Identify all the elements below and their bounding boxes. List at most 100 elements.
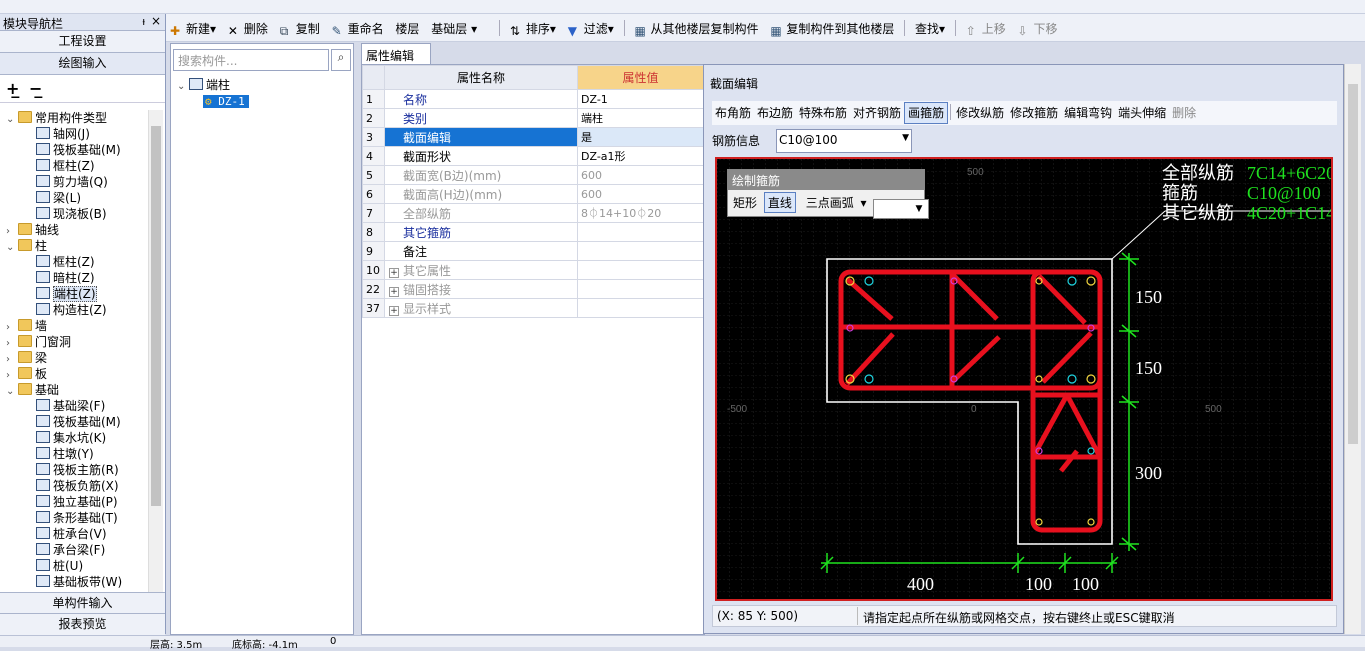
tree-node-dz1[interactable]: ⚙ DZ-1 [177,93,249,109]
new-button[interactable]: ✚ 新建▾ [166,20,220,38]
copy-button[interactable]: ⧉ 复制 [276,20,324,38]
tree-item[interactable]: 梁(L) [0,190,148,206]
property-row[interactable]: 7 全部纵筋 8⏀14+10⏀20 [362,203,704,223]
property-value[interactable]: 8⏀14+10⏀20 [577,203,704,223]
property-row[interactable]: 22 + 锚固搭接 [362,279,704,299]
tree-item[interactable]: › 梁 [0,350,148,366]
delete-button[interactable]: 删除 [1169,103,1199,125]
property-row[interactable]: 9 备注 [362,241,704,261]
find-button[interactable]: 查找▾ [911,20,949,37]
tree-item[interactable]: 独立基础(P) [0,494,148,510]
tree-item[interactable]: 现浇板(B) [0,206,148,222]
tree-item[interactable]: 承台梁(F) [0,542,148,558]
rename-button[interactable]: ✎ 重命名 [328,20,388,38]
tree-item[interactable]: ⌄ 基础 [0,382,148,398]
property-row[interactable]: 3 截面编辑是 [362,127,704,147]
section-canvas[interactable]: 500 -500 0 500 150 150 300 400 100 100 全… [715,157,1333,601]
copy-to-floor-button[interactable]: ▦ 复制构件到其他楼层 [766,20,898,38]
nav-button-report[interactable]: 报表预览 [0,614,165,636]
line-mode-button[interactable]: 直线 [763,192,796,213]
nav-button-settings[interactable]: 工程设置 [0,31,165,53]
property-value[interactable] [577,260,704,280]
tree-item[interactable]: 构造柱(Z) [0,302,148,318]
property-value[interactable]: DZ-1 [577,89,704,109]
property-row[interactable]: 8 其它箍筋 [362,222,704,242]
expand-icon[interactable]: + [389,286,399,297]
property-value[interactable]: DZ-a1形 [577,146,704,166]
place-corner-bars-button[interactable]: 布角筋 [712,103,754,125]
property-row[interactable]: 2 类别 端柱 [362,108,704,128]
floor-select[interactable]: 基础层 ▾ [427,20,493,37]
tree-item[interactable]: 筏板负筋(X) [0,478,148,494]
nav-button-single[interactable]: 单构件输入 [0,592,165,614]
tree-item[interactable]: › 门窗洞 [0,334,148,350]
expand-icon[interactable]: + [389,305,399,316]
tree-item[interactable]: 条形基础(T) [0,510,148,526]
tree-scrollbar[interactable] [148,110,163,600]
property-row[interactable]: 37 + 显示样式 [362,298,704,318]
nav-button-drawing[interactable]: 绘图输入 [0,53,165,75]
tree-item[interactable]: 桩承台(V) [0,526,148,542]
property-value[interactable]: 600 [577,165,704,185]
sort-button[interactable]: ⇅ 排序▾ [506,20,560,38]
special-bars-button[interactable]: 特殊布筋 [796,103,850,125]
tree-item[interactable]: 基础板带(W) [0,574,148,590]
move-down-button[interactable]: ⇩ 下移 [1014,20,1062,38]
property-value[interactable] [577,241,704,261]
tree-item[interactable]: 集水坑(K) [0,430,148,446]
modify-stirrups-button[interactable]: 修改箍筋 [1007,103,1061,125]
property-value[interactable] [577,279,704,299]
tree-node-root[interactable]: ⌄ 端柱 [177,77,249,93]
property-row[interactable]: 4 截面形状 DZ-a1形 [362,146,704,166]
tree-item[interactable]: 柱墩(Y) [0,446,148,462]
property-row[interactable]: 10 + 其它属性 [362,260,704,280]
property-value[interactable]: 600 [577,184,704,204]
tree-item[interactable]: 桩(U) [0,558,148,574]
tree-item[interactable]: 框柱(Z) [0,158,148,174]
tree-item[interactable]: › 轴线 [0,222,148,238]
pin-icon[interactable]: ᵼ [143,15,145,28]
section-drawing[interactable]: 500 -500 0 500 150 150 300 400 100 100 全… [717,159,1331,599]
tree-item[interactable]: 筏板基础(M) [0,142,148,158]
rebar-info-select[interactable]: C10@100 ▼ [776,129,912,153]
tree-item[interactable]: 暗柱(Z) [0,270,148,286]
vertical-scrollbar[interactable] [1344,64,1361,634]
property-value[interactable]: 端柱 [577,108,704,128]
property-value[interactable] [577,222,704,242]
property-row[interactable]: 5 截面宽(B边)(mm) 600 [362,165,704,185]
search-icon[interactable]: ⌕ [331,49,351,71]
tree-item[interactable]: 轴网(J) [0,126,148,142]
tree-item[interactable]: ⌄ 柱 [0,238,148,254]
end-stretch-button[interactable]: 端头伸缩 [1115,103,1169,125]
tree-item[interactable]: 筏板主筋(R) [0,462,148,478]
copy-from-floor-button[interactable]: ▦ 从其他楼层复制构件 [630,20,762,38]
property-row[interactable]: 1 名称 DZ-1 [362,89,704,109]
search-input[interactable]: 搜索构件... [173,49,329,71]
tree-item[interactable]: 剪力墙(Q) [0,174,148,190]
draw-stirrup-button[interactable]: 画箍筋 [904,102,949,124]
align-bars-button[interactable]: 对齐钢筋 [850,103,904,125]
property-value[interactable] [577,298,704,318]
tree-item[interactable]: 框柱(Z) [0,254,148,270]
tree-item[interactable]: › 墙 [0,318,148,334]
expand-all-icon[interactable]: +̲ [6,79,19,98]
move-up-button[interactable]: ⇧ 上移 [962,20,1010,38]
tree-item[interactable]: 端柱(Z) [0,286,148,302]
delete-button[interactable]: ✕ 删除 [224,20,272,38]
tab-property-edit[interactable]: 属性编辑 [361,43,431,65]
arc-option-select[interactable]: ▼ [873,199,930,219]
filter-button[interactable]: ▼ 过滤▾ [564,20,618,38]
tree-item[interactable]: › 板 [0,366,148,382]
close-icon[interactable]: × [151,14,161,28]
modify-long-bars-button[interactable]: 修改纵筋 [953,103,1007,125]
rect-mode-button[interactable]: 矩形 [730,193,760,212]
tree-item[interactable]: 基础梁(F) [0,398,148,414]
place-edge-bars-button[interactable]: 布边筋 [754,103,796,125]
collapse-all-icon[interactable]: −̲ [29,79,42,98]
edit-hooks-button[interactable]: 编辑弯钩 [1061,103,1115,125]
expand-icon[interactable]: + [389,267,399,278]
tree-item[interactable]: ⌄ 常用构件类型 [0,110,148,126]
property-row[interactable]: 6 截面高(H边)(mm) 600 [362,184,704,204]
property-value[interactable]: 是 [577,127,704,147]
tree-item[interactable]: 筏板基础(M) [0,414,148,430]
